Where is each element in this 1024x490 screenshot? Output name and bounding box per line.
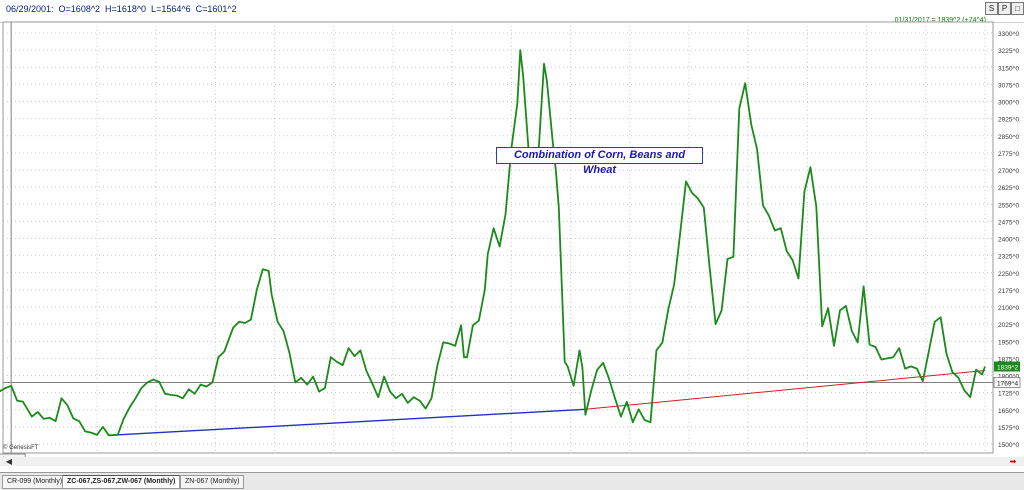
y-tick-label: 2550^0 bbox=[998, 202, 1020, 209]
horizontal-scrollbar[interactable]: ◀ ➡ bbox=[0, 457, 1024, 466]
y-tick-label: 2775^0 bbox=[998, 151, 1020, 158]
chart-tabs: CR-099 (Monthly) ZC-067,ZS-067,ZW-067 (M… bbox=[0, 472, 1024, 490]
y-tick-label: 2250^0 bbox=[998, 271, 1020, 278]
cursor-value-label: 1769^4 bbox=[997, 380, 1019, 387]
plot-area bbox=[2, 21, 994, 454]
y-tick-label: 1650^0 bbox=[998, 408, 1020, 415]
y-tick-label: 3075^0 bbox=[998, 82, 1020, 89]
y-tick-label: 2100^0 bbox=[998, 305, 1020, 312]
y-tick-label: 2475^0 bbox=[998, 219, 1020, 226]
y-tick-label: 3225^0 bbox=[998, 48, 1020, 55]
y-tick-label: 2850^0 bbox=[998, 134, 1020, 141]
y-tick-label: 3000^0 bbox=[998, 100, 1020, 107]
y-tick-label: 1575^0 bbox=[998, 425, 1020, 432]
y-tick-label: 2400^0 bbox=[998, 237, 1020, 244]
y-tick-label: 1725^0 bbox=[998, 391, 1020, 398]
price-chart[interactable]: 1500^01575^01650^01725^01800^01875^01950… bbox=[0, 0, 1024, 489]
scroll-left-icon[interactable]: ◀ bbox=[0, 457, 18, 466]
tab-zn-067[interactable]: ZN-067 (Monthly) bbox=[180, 475, 245, 489]
y-tick-label: 2925^0 bbox=[998, 117, 1020, 124]
chart-annotation: Combination of Corn, Beans and Wheat bbox=[496, 147, 703, 176]
copyright-label: © GenesisFT bbox=[3, 445, 39, 451]
y-tick-label: 2025^0 bbox=[998, 322, 1020, 329]
chart-window: 06/29/2001: O=1608^2 H=1618^0 L=1564^6 C… bbox=[0, 0, 1024, 490]
y-tick-label: 2625^0 bbox=[998, 185, 1020, 192]
y-tick-label: 2325^0 bbox=[998, 254, 1020, 261]
y-tick-label: 3300^0 bbox=[998, 31, 1020, 38]
scroll-right-icon[interactable]: ➡ bbox=[1004, 457, 1022, 466]
last-price-label: 1839^2 bbox=[997, 365, 1019, 372]
y-tick-label: 2175^0 bbox=[998, 288, 1020, 295]
tab-zc-zs-zw[interactable]: ZC-067,ZS-067,ZW-067 (Monthly) bbox=[62, 475, 181, 489]
y-tick-label: 3150^0 bbox=[998, 65, 1020, 72]
y-tick-label: 1950^0 bbox=[998, 339, 1020, 346]
y-tick-label: 1500^0 bbox=[998, 442, 1020, 449]
y-tick-label: 2700^0 bbox=[998, 168, 1020, 175]
tab-cr-099[interactable]: CR-099 (Monthly) bbox=[2, 475, 68, 489]
